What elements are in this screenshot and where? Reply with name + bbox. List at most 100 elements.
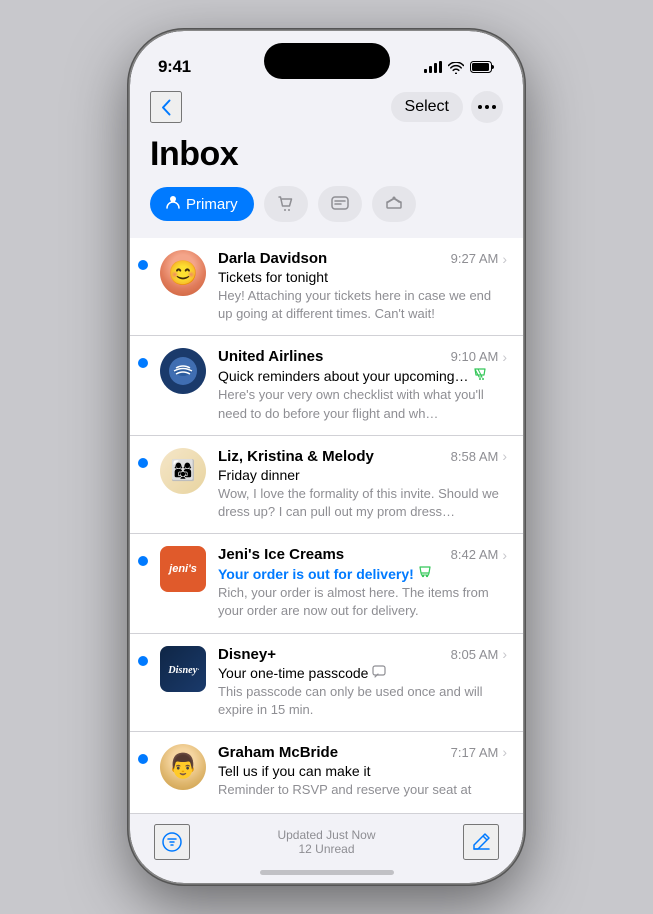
email-sender-4: Jeni's Ice Creams: [218, 546, 344, 563]
shopping-tag-icon-2: [473, 367, 487, 384]
status-icons: [424, 61, 495, 73]
email-item-3[interactable]: 👩‍👩‍👧 Liz, Kristina & Melody 8:58 AM › F…: [130, 436, 523, 534]
chevron-icon-2: ›: [502, 349, 507, 365]
person-icon: [166, 195, 180, 213]
compose-button[interactable]: [463, 824, 499, 860]
email-list: 😊 Darla Davidson 9:27 AM › Tickets for t…: [130, 238, 523, 811]
email-preview-1: Hey! Attaching your tickets here in case…: [218, 287, 507, 323]
email-header-6: Graham McBride 7:17 AM ›: [218, 744, 507, 761]
bottom-center-info: Updated Just Now 12 Unread: [277, 828, 375, 856]
email-sender-5: Disney+: [218, 646, 276, 663]
unread-dot: [138, 260, 148, 270]
email-item-6[interactable]: 👨 Graham McBride 7:17 AM › Tell us if yo…: [130, 732, 523, 811]
shopping-tag-icon-4: [418, 565, 432, 582]
email-sender-2: United Airlines: [218, 348, 323, 365]
email-time-row-1: 9:27 AM ›: [451, 251, 507, 267]
avatar-darla: 😊: [160, 250, 206, 296]
email-item-1[interactable]: 😊 Darla Davidson 9:27 AM › Tickets for t…: [130, 238, 523, 336]
email-time-4: 8:42 AM: [451, 547, 499, 562]
unread-dot-3: [138, 458, 148, 468]
filter-button[interactable]: [154, 824, 190, 860]
email-header-5: Disney+ 8:05 AM ›: [218, 646, 507, 663]
email-header-4: Jeni's Ice Creams 8:42 AM ›: [218, 546, 507, 563]
email-time-row-6: 7:17 AM ›: [451, 744, 507, 760]
tab-messages[interactable]: [318, 186, 362, 222]
tab-promo[interactable]: [372, 186, 416, 222]
email-preview-6: Reminder to RSVP and reserve your seat a…: [218, 781, 507, 799]
email-content-3: Liz, Kristina & Melody 8:58 AM › Friday …: [218, 448, 507, 521]
email-content-1: Darla Davidson 9:27 AM › Tickets for ton…: [218, 250, 507, 323]
email-preview-3: Wow, I love the formality of this invite…: [218, 485, 507, 521]
email-preview-5: This passcode can only be used once and …: [218, 683, 507, 719]
chevron-icon-6: ›: [502, 744, 507, 760]
email-time-row-5: 8:05 AM ›: [451, 646, 507, 662]
email-time-row-2: 9:10 AM ›: [451, 349, 507, 365]
email-preview-2: Here's your very own checklist with what…: [218, 386, 507, 422]
email-content-6: Graham McBride 7:17 AM › Tell us if you …: [218, 744, 507, 799]
back-button[interactable]: [150, 91, 182, 123]
email-sender-3: Liz, Kristina & Melody: [218, 448, 374, 465]
nav-bar: Select: [130, 87, 523, 131]
email-item-2[interactable]: United Airlines 9:10 AM › Quick reminder…: [130, 336, 523, 435]
tab-primary-label: Primary: [186, 196, 238, 213]
filter-tabs: Primary: [130, 186, 523, 238]
email-preview-4: Rich, your order is almost here. The ite…: [218, 584, 507, 620]
avatar-jenis: jeni's: [160, 546, 206, 592]
unread-dot-6: [138, 754, 148, 764]
tab-primary[interactable]: Primary: [150, 187, 254, 221]
email-time-5: 8:05 AM: [451, 647, 499, 662]
message-tag-icon-5: [372, 665, 386, 681]
email-subject-2: Quick reminders about your upcoming…: [218, 367, 507, 384]
email-time-row-3: 8:58 AM ›: [451, 448, 507, 464]
unread-dot-4: [138, 556, 148, 566]
signal-icon: [424, 61, 442, 73]
tab-shopping[interactable]: [264, 186, 308, 222]
email-subject-5: Your one-time passcode: [218, 665, 507, 681]
chevron-icon-1: ›: [502, 251, 507, 267]
email-time-row-4: 8:42 AM ›: [451, 547, 507, 563]
bottom-toolbar: Updated Just Now 12 Unread: [130, 813, 523, 864]
unread-dot-2: [138, 358, 148, 368]
email-sender-6: Graham McBride: [218, 744, 338, 761]
email-item-4[interactable]: jeni's Jeni's Ice Creams 8:42 AM › Your: [130, 534, 523, 633]
email-subject-1: Tickets for tonight: [218, 269, 507, 285]
avatar-united: [160, 348, 206, 394]
battery-icon: [470, 61, 495, 73]
email-subject-4: Your order is out for delivery!: [218, 565, 507, 582]
home-indicator: [260, 870, 394, 875]
unread-dot-5: [138, 656, 148, 666]
email-subject-6: Tell us if you can make it: [218, 763, 507, 779]
phone-frame: 9:41: [130, 31, 523, 883]
email-time-2: 9:10 AM: [451, 349, 499, 364]
more-button[interactable]: [471, 91, 503, 123]
screen-content: 9:41: [130, 31, 523, 883]
email-subject-3: Friday dinner: [218, 467, 507, 483]
email-sender-1: Darla Davidson: [218, 250, 327, 267]
updated-text: Updated Just Now: [277, 828, 375, 842]
chevron-icon-4: ›: [502, 547, 507, 563]
email-content-5: Disney+ 8:05 AM › Your one-time passcode: [218, 646, 507, 719]
unread-count: 12 Unread: [277, 842, 375, 856]
email-header-1: Darla Davidson 9:27 AM ›: [218, 250, 507, 267]
status-time: 9:41: [158, 57, 191, 77]
email-item-5[interactable]: Disney+ Disney+ 8:05 AM ›: [130, 634, 523, 732]
wifi-icon: [448, 61, 464, 73]
email-list-container: 😊 Darla Davidson 9:27 AM › Tickets for t…: [130, 238, 523, 813]
chevron-icon-5: ›: [502, 646, 507, 662]
nav-actions: Select: [391, 91, 503, 123]
email-header-2: United Airlines 9:10 AM ›: [218, 348, 507, 365]
avatar-disney: Disney+: [160, 646, 206, 692]
email-time-6: 7:17 AM: [451, 745, 499, 760]
chevron-icon-3: ›: [502, 448, 507, 464]
avatar-graham: 👨: [160, 744, 206, 790]
email-time-3: 8:58 AM: [451, 449, 499, 464]
email-content-2: United Airlines 9:10 AM › Quick reminder…: [218, 348, 507, 422]
inbox-title: Inbox: [130, 131, 523, 186]
phone-screen: 9:41: [130, 31, 523, 883]
email-content-4: Jeni's Ice Creams 8:42 AM › Your order i…: [218, 546, 507, 620]
email-time-1: 9:27 AM: [451, 251, 499, 266]
select-button[interactable]: Select: [391, 92, 463, 122]
svg-text:Disney+: Disney+: [167, 664, 199, 675]
dynamic-island: [264, 43, 390, 79]
email-header-3: Liz, Kristina & Melody 8:58 AM ›: [218, 448, 507, 465]
